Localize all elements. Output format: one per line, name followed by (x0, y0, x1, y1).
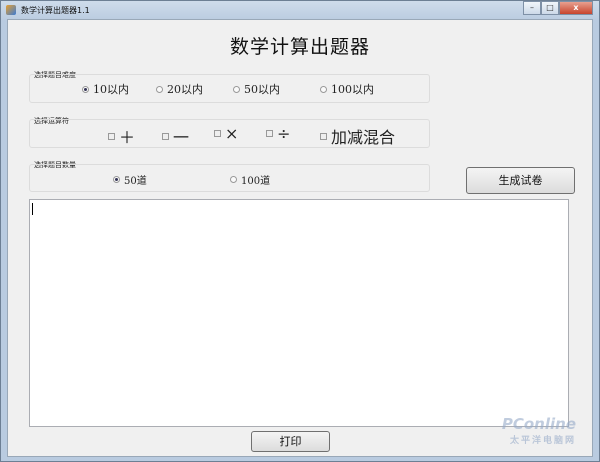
option-label: 20以内 (167, 83, 203, 96)
operator-plus-checkbox[interactable]: ＋ (108, 124, 135, 148)
print-button[interactable]: 打印 (251, 431, 330, 452)
client-area: 数学计算出题器 选择题目难度 10以内 20以内 50以内 100以内 选择运算… (7, 19, 593, 457)
close-button[interactable]: x (559, 1, 593, 15)
count-option-100[interactable]: 100道 (230, 172, 270, 187)
radio-icon (156, 85, 163, 93)
checkbox-icon (266, 130, 273, 137)
option-label: 50道 (124, 176, 147, 187)
checkbox-icon (108, 132, 115, 140)
option-label: × (225, 124, 239, 143)
app-icon (6, 5, 16, 15)
difficulty-option-10[interactable]: 10以内 (82, 81, 129, 97)
radio-icon (82, 85, 89, 93)
operator-multiply-checkbox[interactable]: × (214, 124, 238, 143)
checkbox-icon (214, 130, 221, 137)
window-title: 数学计算出题器1.1 (21, 5, 90, 15)
radio-icon (230, 176, 237, 183)
option-label: 加减混合 (331, 128, 396, 147)
radio-icon (233, 85, 240, 93)
operator-divide-checkbox[interactable]: ÷ (266, 124, 290, 143)
option-label: 100道 (241, 176, 271, 187)
count-option-50[interactable]: 50道 (113, 172, 147, 187)
difficulty-option-20[interactable]: 20以内 (156, 81, 203, 97)
generate-button[interactable]: 生成试卷 (466, 167, 575, 194)
output-textarea[interactable] (29, 199, 569, 427)
option-label: 100以内 (331, 83, 374, 96)
option-label: 10以内 (93, 83, 129, 96)
radio-icon (320, 85, 327, 93)
option-label: ＋ (119, 128, 136, 147)
difficulty-option-100[interactable]: 100以内 (320, 81, 374, 97)
difficulty-option-50[interactable]: 50以内 (233, 81, 280, 97)
operator-minus-checkbox[interactable]: 一 (162, 124, 189, 148)
app-window: 数学计算出题器1.1 – □ x 数学计算出题器 选择题目难度 10以内 20以… (0, 0, 600, 462)
radio-icon (113, 176, 120, 183)
checkbox-icon (162, 132, 169, 140)
title-bar: 数学计算出题器1.1 – □ x (1, 1, 599, 19)
option-label: ÷ (277, 124, 291, 143)
option-label: 一 (173, 128, 190, 147)
operator-mixed-checkbox[interactable]: 加减混合 (320, 124, 395, 148)
option-label: 50以内 (244, 83, 280, 96)
checkbox-icon (320, 132, 327, 140)
watermark-logo: PConline 太平洋电脑网 (501, 415, 576, 446)
text-caret (32, 203, 33, 215)
maximize-button[interactable]: □ (541, 1, 559, 15)
page-title: 数学计算出题器 (229, 36, 370, 58)
minimize-button[interactable]: – (523, 1, 541, 15)
